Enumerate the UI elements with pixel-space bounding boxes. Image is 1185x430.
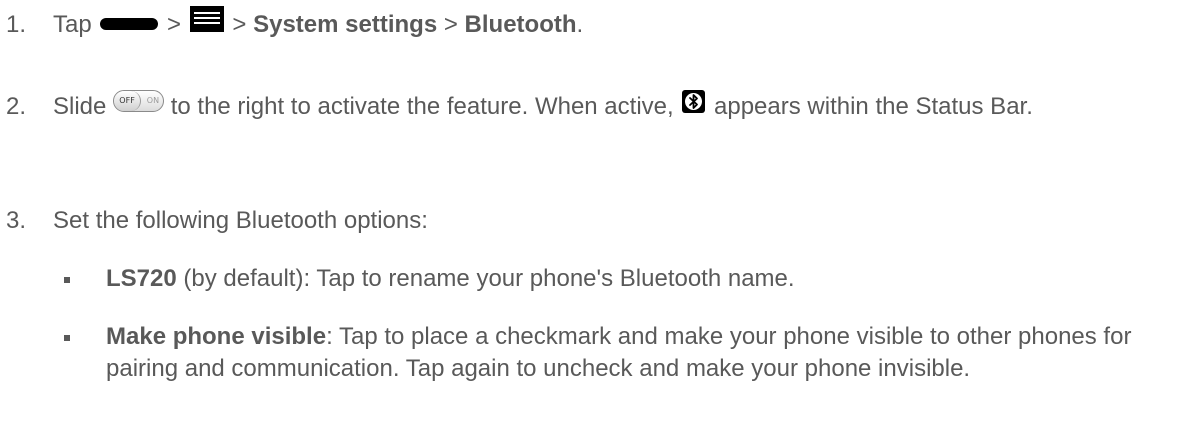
- list-item: LS720 (by default): Tap to rename your p…: [53, 263, 1165, 295]
- list-item: Make phone visible: Tap to place a check…: [53, 321, 1165, 385]
- toggle-on-label: ON: [146, 95, 160, 105]
- step-text: Slide OFF ON to the right to activate th…: [53, 89, 1165, 123]
- step-text-after-toggle: to the right to activate the feature. Wh…: [170, 93, 674, 120]
- step-3: 3. Set the following Bluetooth options:: [0, 205, 1165, 237]
- option-text: LS720 (by default): Tap to rename your p…: [106, 263, 1165, 295]
- step-text-after-icon: appears within the Status Bar.: [714, 93, 1033, 120]
- step-text: Tap > > System settings > Bluetooth.: [53, 5, 1165, 41]
- option-text: Make phone visible: Tap to place a check…: [106, 321, 1165, 385]
- option-term: Make phone visible: [106, 323, 327, 350]
- step-2: 2. Slide OFF ON to the right to activate…: [0, 89, 1165, 123]
- home-key-icon: [100, 17, 159, 30]
- step-number: 1.: [6, 11, 27, 38]
- on-off-toggle-icon: OFF ON: [113, 89, 165, 112]
- bluetooth-label: Bluetooth: [464, 11, 577, 38]
- bluetooth-status-icon: [682, 90, 706, 114]
- system-settings-label: System settings: [253, 11, 438, 38]
- step-end: .: [576, 11, 584, 38]
- step-1: 1. Tap > > System settings > Bluetooth.: [0, 5, 1165, 41]
- step-text-tap: Tap: [53, 11, 92, 38]
- step-number: 3.: [6, 207, 27, 234]
- menu-key-icon: [189, 5, 224, 32]
- step-text: Set the following Bluetooth options:: [53, 207, 428, 234]
- option-term: LS720: [106, 265, 177, 292]
- step-separator: >: [232, 11, 247, 38]
- step-separator: >: [167, 11, 182, 38]
- step-number: 2.: [6, 93, 27, 120]
- option-description: (by default): Tap to rename your phone's…: [176, 265, 795, 292]
- step-text-slide: Slide: [53, 93, 107, 120]
- step-separator: >: [443, 11, 458, 38]
- toggle-off-label: OFF: [114, 90, 142, 111]
- bullet-icon: [64, 277, 70, 283]
- bullet-icon: [64, 335, 70, 341]
